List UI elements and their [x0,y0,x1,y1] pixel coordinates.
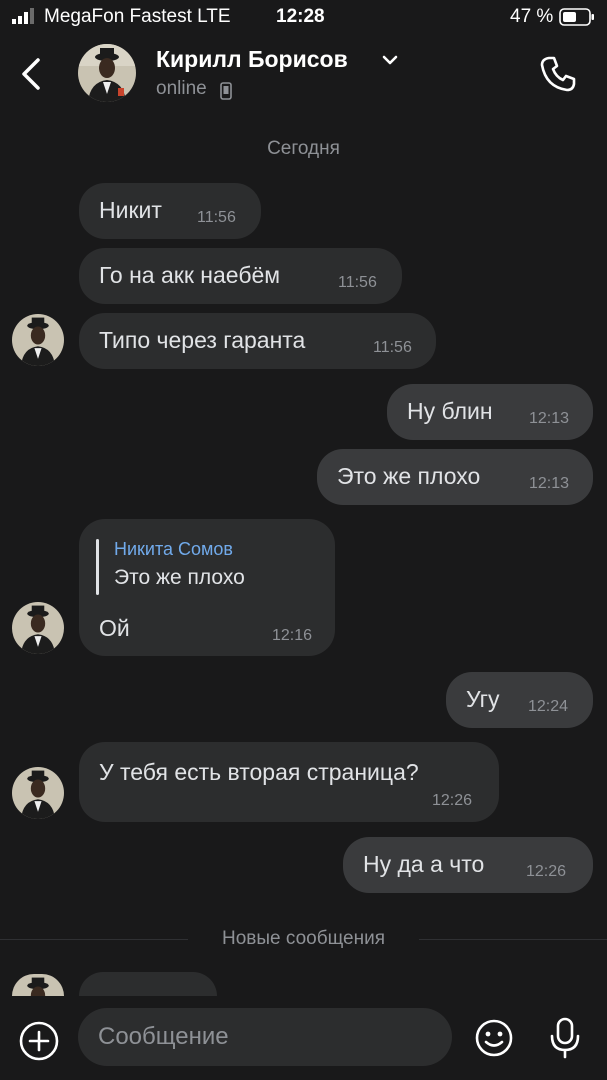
message-bubble-outgoing[interactable]: Ну да а что 12:26 [343,837,593,893]
back-icon[interactable] [14,54,50,94]
message-text: Типо через гаранта [99,327,306,353]
message-text: Никит [99,197,162,223]
avatar[interactable] [12,602,64,654]
emoji-icon[interactable] [474,1018,514,1058]
add-icon[interactable] [18,1020,60,1062]
message-time: 12:13 [529,410,570,427]
microphone-icon[interactable] [546,1016,584,1060]
message-time: 12:13 [529,475,570,492]
message-input[interactable] [78,1008,452,1066]
reply-quote-bar [96,539,99,595]
carrier-label: MegaFon Fastest LTE [44,6,231,27]
avatar[interactable] [12,767,64,819]
contact-name[interactable]: Кирилл Борисов [156,46,348,73]
mobile-device-icon [220,82,232,100]
chevron-down-icon[interactable] [380,52,400,68]
reply-quote-text: Это же плохо [114,566,245,589]
avatar[interactable] [12,974,64,996]
message-bubble-incoming[interactable]: Типо через гаранта 11:56 [79,313,436,369]
reply-author[interactable]: Никита Сомов [114,539,233,560]
chat-header: Кирилл Борисов online [0,36,607,112]
message-text: Го на акк наебём [99,262,281,288]
message-composer [0,996,607,1080]
message-time: 11:56 [338,274,377,291]
battery-percent: 47 % [510,6,554,27]
message-time: 12:24 [528,698,569,715]
phone-icon[interactable] [538,54,578,94]
date-divider: Сегодня [267,138,340,159]
message-time: 12:26 [526,863,567,880]
divider-line [419,939,607,940]
message-text: Это же плохо [337,463,481,489]
avatar[interactable] [12,314,64,366]
message-time: 12:16 [272,627,313,644]
message-time: 12:26 [432,792,473,809]
message-bubble-reply[interactable]: Никита Сомов Это же плохо Ой 12:16 [79,519,335,656]
status-bar: MegaFon Fastest LTE 12:28 47 % [0,0,607,34]
message-bubble-outgoing[interactable]: Это же плохо 12:13 [317,449,593,505]
battery-icon [559,8,594,26]
message-time: 11:56 [373,339,412,356]
message-text: У тебя есть вторая страница? [99,759,419,785]
message-text: Ой [99,615,130,641]
message-bubble-outgoing[interactable]: Ну блин 12:13 [387,384,593,440]
message-bubble-incoming[interactable] [79,972,217,996]
message-time: 11:56 [197,209,236,226]
avatar[interactable] [78,44,136,102]
status-time: 12:28 [276,6,325,27]
message-bubble-incoming[interactable]: У тебя есть вторая страница? 12:26 [79,742,499,822]
message-bubble-incoming[interactable]: Никит 11:56 [79,183,261,239]
presence-status: online [156,78,207,99]
signal-icon [12,8,34,24]
message-text: Ну да а что [363,851,485,877]
new-messages-divider: Новые сообщения [0,928,607,952]
message-text: Угу [466,686,500,712]
message-bubble-outgoing[interactable]: Угу 12:24 [446,672,593,728]
message-text: Ну блин [407,398,493,424]
message-bubble-incoming[interactable]: Го на акк наебём 11:56 [79,248,402,304]
